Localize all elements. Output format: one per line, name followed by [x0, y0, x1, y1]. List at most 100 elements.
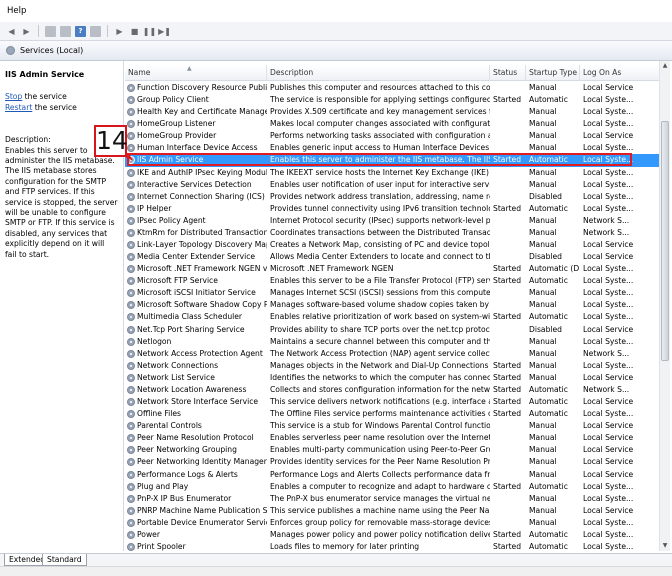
- service-name: Microsoft Software Shadow Copy Provi...: [137, 300, 267, 310]
- restart-service-icon[interactable]: ▶❚: [158, 26, 171, 37]
- column-header-startup-type[interactable]: Startup Type: [526, 65, 580, 81]
- refresh-icon[interactable]: [60, 25, 71, 37]
- scroll-up-icon[interactable]: ▲: [660, 61, 670, 71]
- table-row[interactable]: Netlogon Maintains a secure channel betwe…: [125, 336, 659, 348]
- table-row[interactable]: Plug and Play Enables a computer to recog…: [125, 481, 659, 493]
- table-row[interactable]: Health Key and Certificate ManagementPro…: [125, 106, 659, 118]
- table-row[interactable]: Offline Files The Offline Files service p…: [125, 408, 659, 420]
- table-row[interactable]: PNRP Machine Name Publication ServiceThi…: [125, 505, 659, 517]
- service-description: Creates a Network Map, consisting of PC …: [270, 240, 490, 250]
- service-startup-type: Manual: [529, 505, 557, 515]
- table-row[interactable]: Print Spooler Loads files to memory for l…: [125, 541, 659, 551]
- service-name: Print Spooler: [137, 541, 186, 551]
- table-row[interactable]: Microsoft .NET Framework NGEN v2.0.5...M…: [125, 263, 659, 275]
- callout-number: 14: [94, 125, 128, 157]
- table-row[interactable]: Multimedia Class Scheduler Enables relati…: [125, 311, 659, 323]
- table-row[interactable]: Microsoft FTP Service Enables this server…: [125, 275, 659, 287]
- table-row[interactable]: Performance Logs & Alerts Performance Log…: [125, 469, 659, 481]
- service-name: IKE and AuthIP IPsec Keying Modules: [137, 167, 267, 177]
- service-log-on-as: Local Syste...: [583, 179, 634, 189]
- table-row[interactable]: Power Manages power policy and power poli…: [125, 529, 659, 541]
- table-row[interactable]: Network Access Protection Agent The Netwo…: [125, 348, 659, 360]
- service-name: Internet Connection Sharing (ICS): [137, 191, 265, 201]
- scrollbar-thumb[interactable]: [661, 121, 669, 361]
- table-row[interactable]: KtmRm for Distributed Transaction Coo...…: [125, 227, 659, 239]
- table-row[interactable]: Net.Tcp Port Sharing Service Provides abi…: [125, 324, 659, 336]
- table-row[interactable]: Microsoft iSCSI Initiator Service Manages…: [125, 287, 659, 299]
- column-header-status[interactable]: Status: [490, 65, 526, 81]
- service-description: Provides network address translation, ad…: [270, 191, 490, 201]
- service-status: Started: [493, 95, 522, 105]
- service-log-on-as: Local Syste...: [583, 517, 634, 527]
- table-row[interactable]: IKE and AuthIP IPsec Keying Modules The I…: [125, 167, 659, 179]
- service-startup-type: Automatic: [529, 481, 568, 491]
- forward-icon[interactable]: ▶: [21, 26, 32, 37]
- service-log-on-as: Local Syste...: [583, 276, 634, 286]
- service-startup-type: Automatic: [529, 276, 568, 286]
- service-description: Provides tunnel connectivity using IPv6 …: [270, 203, 490, 213]
- service-name: Portable Device Enumerator Service: [137, 517, 267, 527]
- table-row[interactable]: Internet Connection Sharing (ICS) Provide…: [125, 191, 659, 203]
- table-row[interactable]: Peer Name Resolution Protocol Enables ser…: [125, 432, 659, 444]
- service-startup-type: Automatic: [529, 95, 568, 105]
- table-row[interactable]: Interactive Services Detection Enables us…: [125, 179, 659, 191]
- service-description: Coordinates transactions between the Dis…: [270, 227, 490, 237]
- menu-help[interactable]: Help: [7, 6, 26, 16]
- service-startup-type: Manual: [529, 348, 557, 358]
- table-row[interactable]: Portable Device Enumerator Service Enforc…: [125, 517, 659, 529]
- service-status: Started: [493, 384, 522, 394]
- service-log-on-as: Network S...: [583, 215, 630, 225]
- table-row[interactable]: Network Connections Manages objects in th…: [125, 360, 659, 372]
- service-status: Started: [493, 312, 522, 322]
- service-name: Parental Controls: [137, 421, 202, 431]
- service-log-on-as: Local Syste...: [583, 203, 634, 213]
- pause-service-icon[interactable]: ❚❚: [143, 26, 156, 37]
- service-startup-type: Manual: [529, 215, 557, 225]
- table-row[interactable]: Peer Networking Identity Manager Provides…: [125, 456, 659, 468]
- vertical-scrollbar[interactable]: ▲ ▼: [659, 61, 670, 551]
- tab-standard[interactable]: Standard: [42, 554, 87, 566]
- start-service-icon[interactable]: ▶: [114, 26, 125, 37]
- table-row[interactable]: Parental Controls This service is a stub …: [125, 420, 659, 432]
- service-name: PNRP Machine Name Publication Service: [137, 505, 267, 515]
- table-row[interactable]: Network Store Interface Service This serv…: [125, 396, 659, 408]
- service-name: Health Key and Certificate Management: [137, 107, 267, 117]
- service-startup-type: Automatic: [529, 409, 568, 419]
- column-header-name[interactable]: Name: [125, 65, 267, 81]
- table-row[interactable]: PnP-X IP Bus Enumerator The PnP-X bus enu…: [125, 493, 659, 505]
- show-hide-tree-icon[interactable]: [45, 25, 56, 37]
- scroll-down-icon[interactable]: ▼: [660, 541, 670, 551]
- table-row[interactable]: Microsoft Software Shadow Copy Provi...M…: [125, 299, 659, 311]
- properties-icon[interactable]: [90, 25, 101, 37]
- column-header-description[interactable]: Description: [267, 65, 490, 81]
- service-name: Peer Name Resolution Protocol: [137, 433, 254, 443]
- back-icon[interactable]: ◀: [6, 26, 17, 37]
- table-row[interactable]: Group Policy Client The service is respon…: [125, 94, 659, 106]
- table-row[interactable]: HomeGroup Provider Performs networking ta…: [125, 130, 659, 142]
- table-row[interactable]: Network Location Awareness Collects and s…: [125, 384, 659, 396]
- table-row[interactable]: IP Helper Provides tunnel connectivity us…: [125, 203, 659, 215]
- table-row[interactable]: IPsec Policy Agent Internet Protocol secu…: [125, 215, 659, 227]
- table-row[interactable]: HomeGroup Listener Makes local computer c…: [125, 118, 659, 130]
- service-name: HomeGroup Provider: [137, 131, 217, 141]
- table-row[interactable]: Peer Networking Grouping Enables multi-pa…: [125, 444, 659, 456]
- help-icon[interactable]: ?: [75, 25, 86, 37]
- service-startup-type: Manual: [529, 360, 557, 370]
- service-description: Enables this server to be a File Transfe…: [270, 276, 490, 286]
- service-log-on-as: Local Syste...: [583, 312, 634, 322]
- service-description: The Offline Files service performs maint…: [270, 409, 490, 419]
- service-description: Allows Media Center Extenders to locate …: [270, 252, 490, 262]
- table-row[interactable]: Function Discovery Resource PublicationP…: [125, 82, 659, 94]
- restart-service-link[interactable]: Restart: [5, 103, 32, 112]
- column-header-log-on-as[interactable]: Log On As: [580, 65, 659, 81]
- service-startup-type: Automatic: [529, 541, 568, 551]
- service-log-on-as: Local Syste...: [583, 409, 634, 419]
- table-row[interactable]: Network List Service Identifies the netwo…: [125, 372, 659, 384]
- stop-service-link[interactable]: Stop: [5, 92, 22, 101]
- service-description: Manages software-based volume shadow cop…: [270, 300, 490, 310]
- service-log-on-as: Local Syste...: [583, 95, 634, 105]
- stop-service-icon[interactable]: ■: [129, 26, 140, 37]
- table-row[interactable]: Media Center Extender Service Allows Medi…: [125, 251, 659, 263]
- service-name: Multimedia Class Scheduler: [137, 312, 243, 322]
- table-row[interactable]: Link-Layer Topology Discovery MapperCrea…: [125, 239, 659, 251]
